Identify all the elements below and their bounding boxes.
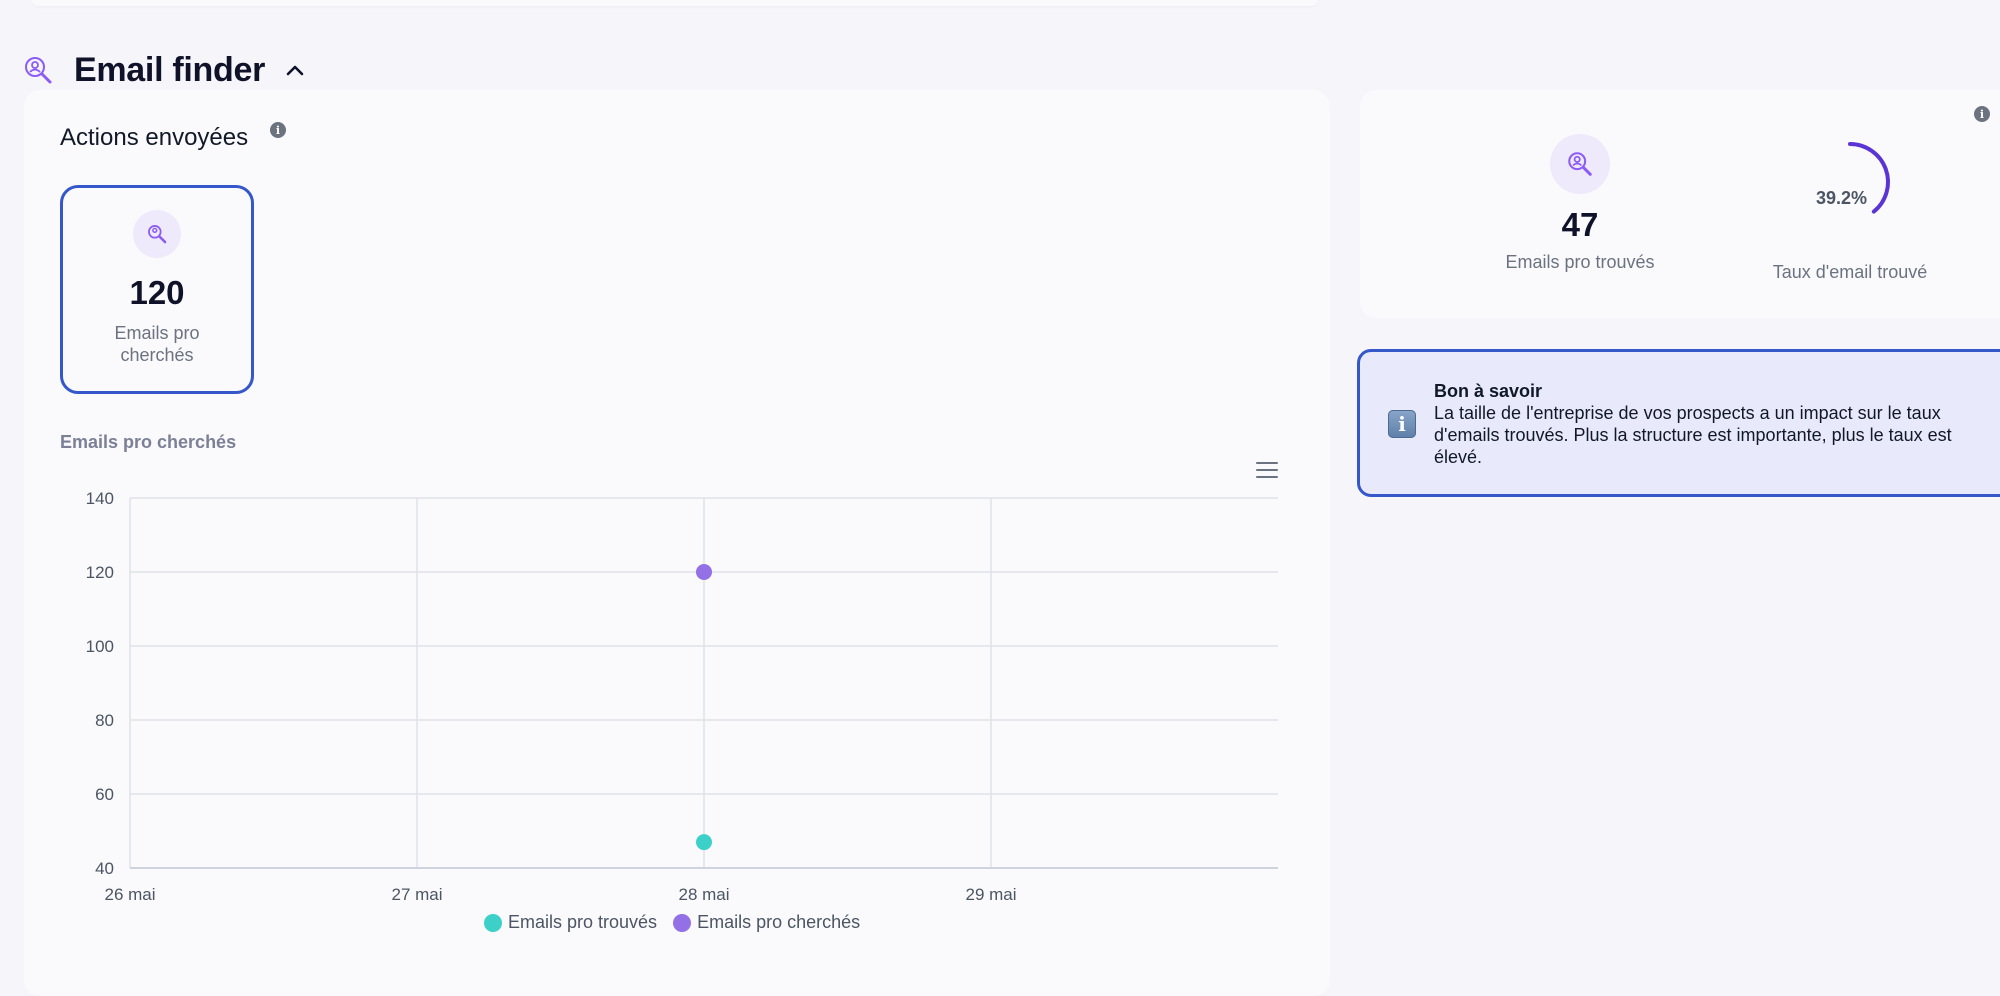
x-tick-label: 28 mai xyxy=(678,885,729,904)
legend-label-searched: Emails pro cherchés xyxy=(697,912,861,932)
email-search-icon xyxy=(22,54,54,86)
y-tick-label: 100 xyxy=(86,637,114,656)
stat-label: Emails pro trouvés xyxy=(1505,252,1655,272)
stat-label: Taux d'email trouvé xyxy=(1772,262,1928,282)
chart-legend: Emails pro trouvés Emails pro cherchés xyxy=(484,912,860,933)
legend-swatch-searched xyxy=(673,913,692,932)
legend-label-found: Emails pro trouvés xyxy=(508,912,658,932)
notice-title: Bon à savoir xyxy=(1434,381,1543,401)
y-tick-label: 40 xyxy=(95,859,114,878)
stat-rate: Taux d'email trouvé xyxy=(1760,254,1940,283)
information-icon: i xyxy=(1388,410,1416,438)
legend-item-searched[interactable]: Emails pro cherchés xyxy=(673,912,860,933)
legend-swatch-found xyxy=(484,913,502,932)
y-tick-label: 80 xyxy=(95,711,114,730)
x-tick-label: 26 mai xyxy=(104,885,155,904)
y-tick-label: 140 xyxy=(86,489,114,508)
actions-panel: Actions envoyées i 120 Emails pro cherch… xyxy=(24,90,1330,996)
collapse-chevron-up-icon[interactable] xyxy=(283,58,307,82)
section-title: Email finder xyxy=(74,50,266,89)
rate-value: 39.2% xyxy=(1816,188,1868,208)
stat-value: 47 xyxy=(1561,206,1599,243)
email-search-icon xyxy=(1550,134,1610,194)
section-header: Email finder xyxy=(22,48,307,92)
x-tick-label: 27 mai xyxy=(391,885,442,904)
info-notice: i Bon à savoir La taille de l'entreprise… xyxy=(1357,349,2000,497)
chart-area: 140 120 100 80 60 40 26 mai 27 mai 28 mai 29 mai xyxy=(86,489,1278,904)
y-tick-label: 120 xyxy=(86,563,114,582)
data-point-searched xyxy=(696,564,712,580)
info-icon[interactable]: i xyxy=(1974,106,1990,122)
legend-item-found[interactable]: Emails pro trouvés xyxy=(484,912,657,933)
notice-text-block: Bon à savoir La taille de l'entreprise d… xyxy=(1434,380,1974,468)
x-tick-label: 29 mai xyxy=(965,885,1016,904)
stats-panel: i 47 Emails pro trouvés 39.2% Taux d'ema… xyxy=(1360,90,2000,318)
y-tick-label: 60 xyxy=(95,785,114,804)
stat-emails-found: 47 Emails pro trouvés xyxy=(1440,134,1720,273)
data-point-found xyxy=(696,834,712,851)
notice-body: La taille de l'entreprise de vos prospec… xyxy=(1434,403,1952,467)
previous-panel-edge xyxy=(32,0,1318,6)
